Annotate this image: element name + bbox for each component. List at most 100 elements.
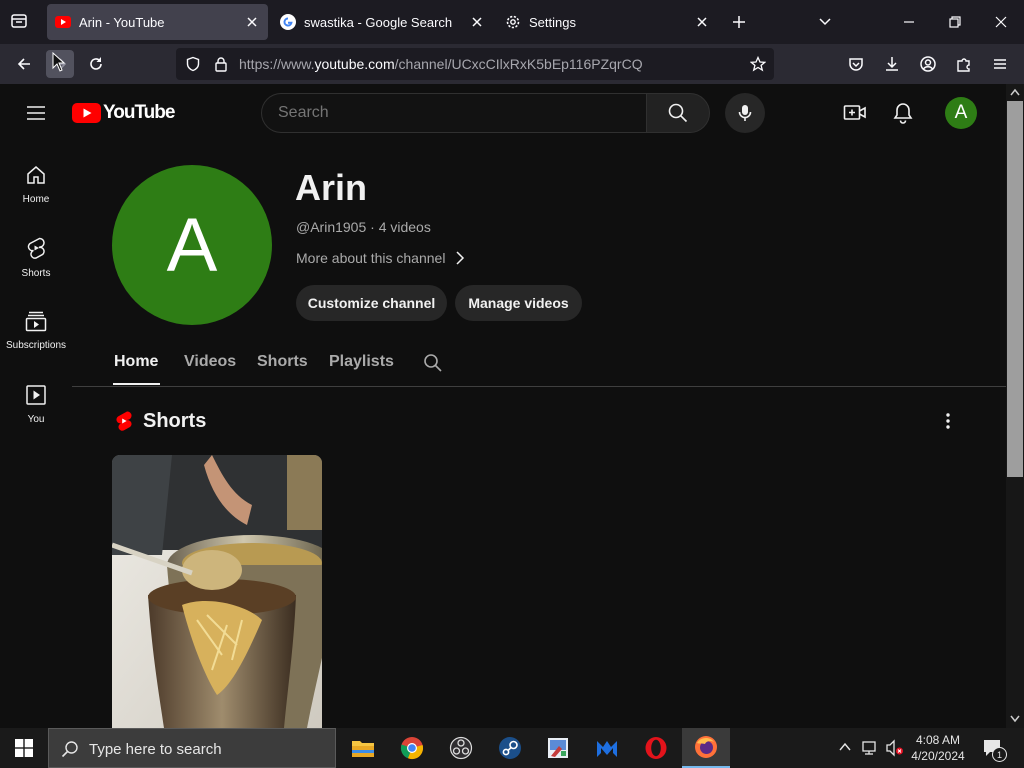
tab-title: Settings xyxy=(529,14,576,30)
paint-app-button[interactable] xyxy=(534,728,582,768)
tab-swastika-google[interactable]: swastika - Google Search xyxy=(272,4,493,40)
chrome-button[interactable] xyxy=(388,728,436,768)
hamburger-menu-icon xyxy=(994,59,1006,69)
tab-arin-youtube[interactable]: Arin - YouTube xyxy=(47,4,268,40)
account-avatar[interactable]: A xyxy=(945,97,977,129)
search-button[interactable] xyxy=(646,93,710,133)
download-icon xyxy=(886,57,898,71)
taskbar-clock[interactable]: 4:08 AM 4/20/2024 xyxy=(908,732,968,764)
tab-playlists[interactable]: Playlists xyxy=(329,353,394,371)
scrollbar-thumb[interactable] xyxy=(1007,101,1023,477)
list-all-tabs-chevron-icon[interactable] xyxy=(817,14,833,30)
minimize-icon[interactable] xyxy=(901,14,917,30)
url-text[interactable]: https://www.youtube.com/channel/UCxcCIlx… xyxy=(239,56,643,72)
windows-logo-icon xyxy=(15,739,33,757)
volume-muted-icon[interactable] xyxy=(885,739,905,757)
obs-button[interactable] xyxy=(437,728,485,768)
more-about-label: More about this channel xyxy=(296,250,446,266)
menu-button[interactable] xyxy=(986,50,1014,78)
notifications-button[interactable] xyxy=(892,101,914,125)
close-tab-icon[interactable] xyxy=(694,14,710,30)
malwarebytes-button[interactable] xyxy=(583,728,631,768)
network-icon[interactable] xyxy=(861,739,879,757)
reload-icon xyxy=(90,57,102,70)
manage-videos-button[interactable]: Manage videos xyxy=(455,285,582,321)
file-explorer-button[interactable] xyxy=(339,728,387,768)
close-tab-icon[interactable] xyxy=(244,14,260,30)
windows-taskbar: Type here to search 4:08 AM 4/20/2024 1 xyxy=(0,728,1024,768)
opera-icon xyxy=(645,737,667,759)
address-bar[interactable]: https://www.youtube.com/channel/UCxcCIlx… xyxy=(176,48,774,80)
voice-search-button[interactable] xyxy=(725,93,765,133)
guide-menu-icon[interactable] xyxy=(26,103,46,123)
shorts-logo-icon xyxy=(114,410,134,432)
search-input[interactable] xyxy=(278,104,628,122)
search-box[interactable] xyxy=(261,93,647,133)
guide-item-home[interactable]: Home xyxy=(0,164,72,238)
opera-button[interactable] xyxy=(632,728,680,768)
tab-title: swastika - Google Search xyxy=(304,14,453,30)
folder-icon xyxy=(352,741,374,757)
taskbar-search-placeholder: Type here to search xyxy=(89,741,222,758)
padlock-icon[interactable] xyxy=(213,56,229,72)
account-button[interactable] xyxy=(914,50,942,78)
guide-item-subscriptions[interactable]: Subscriptions xyxy=(0,310,72,384)
firefox-button[interactable] xyxy=(682,728,730,768)
taskbar-search-box[interactable]: Type here to search xyxy=(48,728,336,768)
guide-item-you[interactable]: You xyxy=(0,384,72,458)
account-icon xyxy=(920,56,936,72)
tracking-protection-shield-icon[interactable] xyxy=(185,56,201,72)
puzzle-icon xyxy=(957,58,970,72)
tab-home[interactable]: Home xyxy=(114,353,158,371)
microphone-icon xyxy=(738,105,752,121)
customize-channel-button[interactable]: Customize channel xyxy=(296,285,447,321)
show-hidden-icons-chevron-icon[interactable] xyxy=(838,740,852,754)
firefox-view-icon[interactable] xyxy=(10,12,28,30)
restore-icon[interactable] xyxy=(947,14,963,30)
create-video-icon xyxy=(843,105,866,120)
tab-title: Arin - YouTube xyxy=(79,14,165,30)
tab-shorts[interactable]: Shorts xyxy=(257,353,308,371)
bell-icon xyxy=(893,103,913,124)
gear-icon xyxy=(505,14,521,30)
channel-meta: @Arin1905 · 4 videos xyxy=(296,219,431,235)
url-prefix: https://www. xyxy=(239,56,315,72)
pocket-button[interactable] xyxy=(842,50,870,78)
obs-icon xyxy=(449,736,473,760)
reload-button[interactable] xyxy=(82,50,110,78)
more-about-channel-link[interactable]: More about this channel xyxy=(296,250,465,266)
short-video-thumbnail[interactable] xyxy=(112,455,322,728)
start-button[interactable] xyxy=(0,728,48,768)
pocket-icon xyxy=(849,58,863,71)
bookmark-star-icon[interactable] xyxy=(750,56,766,72)
downloads-button[interactable] xyxy=(878,50,906,78)
steam-button[interactable] xyxy=(486,728,534,768)
search-icon xyxy=(668,103,688,123)
extensions-button[interactable] xyxy=(950,50,978,78)
malwarebytes-icon xyxy=(597,741,617,757)
mouse-cursor-icon xyxy=(52,52,66,72)
steam-icon xyxy=(499,737,521,759)
guide-label: You xyxy=(27,414,45,425)
section-title: Shorts xyxy=(143,410,207,432)
browser-tab-strip: Arin - YouTube swastika - Google Search … xyxy=(0,0,1024,44)
selected-tab-indicator xyxy=(113,383,160,385)
guide-label: Home xyxy=(22,194,50,205)
new-tab-icon[interactable] xyxy=(731,14,747,30)
create-button[interactable] xyxy=(843,102,867,124)
channel-search-icon[interactable] xyxy=(423,353,443,373)
notification-count-badge: 1 xyxy=(992,747,1007,762)
channel-avatar[interactable]: A xyxy=(112,165,272,325)
more-actions-icon[interactable] xyxy=(938,411,958,431)
youtube-logo[interactable]: YouTube xyxy=(72,102,175,124)
close-window-icon[interactable] xyxy=(993,14,1009,30)
back-button[interactable] xyxy=(10,50,38,78)
guide-item-shorts[interactable]: Shorts xyxy=(0,236,72,310)
chrome-icon xyxy=(400,737,424,760)
tab-videos[interactable]: Videos xyxy=(184,353,236,371)
scroll-down-arrow-icon xyxy=(1010,715,1020,723)
google-favicon xyxy=(280,14,296,30)
tab-settings[interactable]: Settings xyxy=(497,4,718,40)
close-tab-icon[interactable] xyxy=(469,14,485,30)
browser-nav-bar: https://www.youtube.com/channel/UCxcCIlx… xyxy=(0,44,1024,84)
